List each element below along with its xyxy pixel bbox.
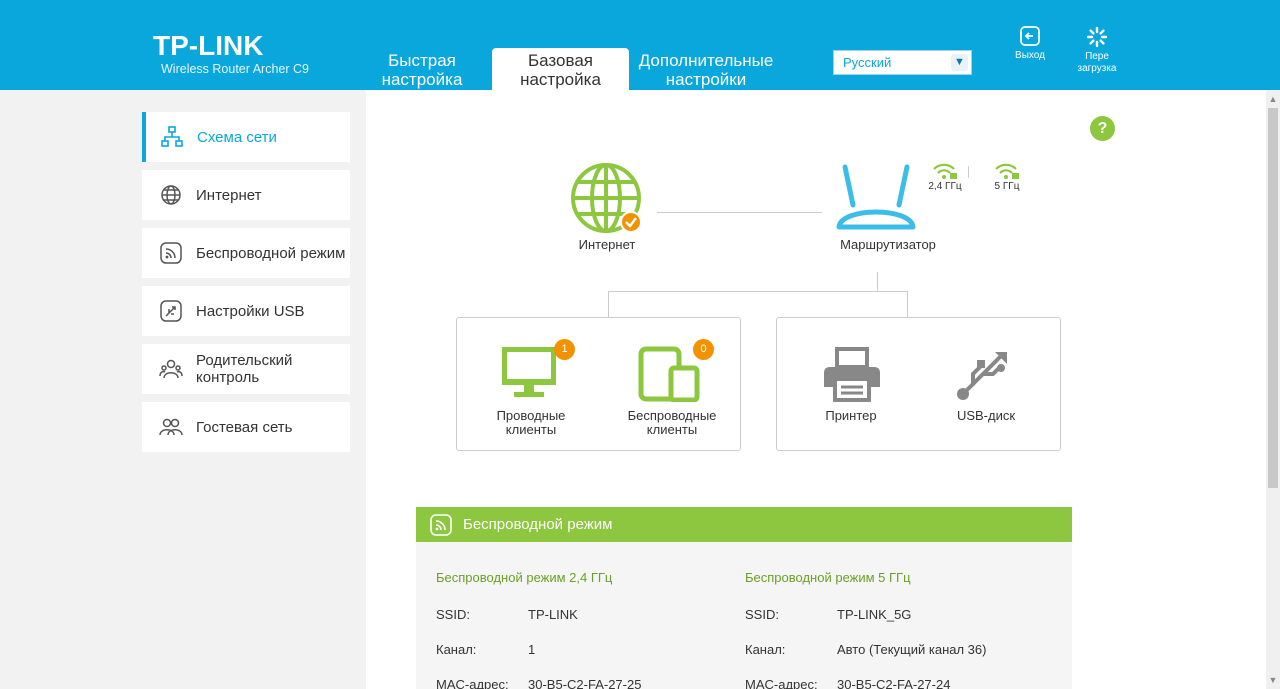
- tab-label: настройка: [381, 70, 463, 89]
- wireless-icon: [430, 514, 452, 536]
- language-select[interactable]: Русский ▼: [833, 50, 972, 75]
- internet-label: Интернет: [578, 237, 636, 252]
- ssid-24-value: TP-LINK: [528, 607, 578, 622]
- ssid-key: SSID:: [436, 607, 470, 622]
- mac-key: MAC-адрес:: [436, 677, 509, 689]
- wireless-client-devices-icon[interactable]: [638, 346, 700, 402]
- band24-title: Беспроводной режим 2,4 ГГц: [436, 570, 613, 585]
- channel-5-value: Авто (Текущий канал 36): [837, 642, 987, 657]
- band-24-label: 2,4 ГГц: [928, 181, 962, 192]
- connection-line: [608, 291, 609, 317]
- wireless-clients-label: Беспроводные клиенты: [627, 408, 717, 437]
- chevron-down-icon: ▼: [951, 54, 968, 71]
- guest-network-icon: [159, 418, 183, 436]
- logout-label: Выход: [1015, 50, 1045, 61]
- tab-label: Базовая: [528, 51, 593, 70]
- sidebar-item-label: Настройки USB: [196, 302, 305, 320]
- sidebar-item-internet[interactable]: Интернет: [142, 170, 350, 220]
- wireless-panel-title: Беспроводной режим: [463, 516, 613, 533]
- mac-24-value: 30-B5-C2-FA-27-25: [528, 677, 642, 689]
- ssid-5-value: TP-LINK_5G: [837, 607, 912, 622]
- router-icon[interactable]: [833, 163, 919, 233]
- wired-clients-count-badge: 1: [554, 339, 575, 360]
- usb-icon: [160, 300, 182, 322]
- wireless-clients-count-badge: 0: [693, 339, 714, 360]
- logout-icon: [1020, 26, 1040, 46]
- sidebar-item-label: Беспроводной режим: [196, 244, 346, 262]
- wifi-5-icon[interactable]: [993, 162, 1021, 180]
- tab-label: Дополнительные: [638, 51, 774, 70]
- wireless-icon: [160, 242, 182, 264]
- network-map-icon: [161, 126, 183, 147]
- scroll-thumb[interactable]: [1268, 108, 1278, 488]
- printer-label: Принтер: [825, 408, 877, 423]
- scroll-down-icon[interactable]: ▼: [1266, 673, 1280, 687]
- tab-label: Быстрая: [388, 51, 456, 70]
- connection-line: [608, 291, 908, 292]
- band-divider: [968, 166, 969, 178]
- channel-key: Канал:: [745, 642, 786, 657]
- tab-label: настройки: [665, 70, 747, 89]
- sidebar-item-label: Интернет: [196, 186, 262, 204]
- usb-disk-label: USB-диск: [956, 408, 1016, 423]
- reboot-label: Пере: [1085, 51, 1109, 62]
- reboot-label: загрузка: [1077, 63, 1117, 74]
- internet-globe-icon[interactable]: [570, 162, 644, 234]
- connection-line: [657, 212, 822, 213]
- sidebar-item-label: Гостевая сеть: [196, 418, 293, 436]
- vertical-scrollbar[interactable]: ▲ ▼: [1266, 90, 1280, 689]
- wireless-panel-header: Беспроводной режим: [416, 507, 1072, 542]
- usb-devices-box: [776, 317, 1061, 451]
- help-button[interactable]: ?: [1090, 116, 1115, 141]
- mac-key: MAC-адрес:: [745, 677, 818, 689]
- tab-label: настройка: [520, 70, 601, 89]
- logout-button[interactable]: Выход: [1010, 26, 1050, 62]
- band5-title: Беспроводной режим 5 ГГц: [745, 570, 911, 585]
- ssid-key: SSID:: [745, 607, 779, 622]
- sidebar-item-wireless[interactable]: Беспроводной режим: [142, 228, 350, 278]
- router-model: Wireless Router Archer C9: [161, 62, 309, 76]
- connection-line: [877, 272, 878, 291]
- wifi-24-icon[interactable]: [931, 162, 959, 180]
- reboot-icon: [1086, 26, 1108, 48]
- tab-advanced[interactable]: Дополнительные настройки: [633, 48, 779, 90]
- wired-clients-label: Проводные клиенты: [496, 408, 566, 437]
- sidebar-item-network-map[interactable]: Схема сети: [142, 112, 350, 162]
- sidebar-item-label: Родительский контроль: [196, 352, 293, 386]
- sidebar-item-usb[interactable]: Настройки USB: [142, 286, 350, 336]
- channel-24-value: 1: [528, 642, 536, 657]
- usb-disk-icon[interactable]: [955, 348, 1013, 402]
- sidebar-item-parental-control[interactable]: Родительский контроль: [142, 344, 350, 394]
- channel-key: Канал:: [436, 642, 477, 657]
- printer-icon[interactable]: [821, 347, 883, 402]
- connection-line: [907, 291, 908, 317]
- tp-link-logo: TP-LINK: [153, 30, 264, 61]
- mac-5-value: 30-B5-C2-FA-27-24: [837, 677, 951, 689]
- wireless-panel-body: [416, 542, 1072, 689]
- language-value: Русский: [843, 55, 892, 70]
- band-5-label: 5 ГГц: [994, 181, 1020, 192]
- top-header: TP-LINK Wireless Router Archer C9 Быстра…: [0, 0, 1280, 90]
- wired-client-monitor-icon[interactable]: [500, 345, 558, 399]
- globe-icon: [161, 185, 181, 205]
- parental-control-icon: [159, 359, 183, 379]
- scroll-up-icon[interactable]: ▲: [1266, 92, 1280, 106]
- tab-basic[interactable]: Базовая настройка: [492, 48, 629, 90]
- sidebar-item-label: Схема сети: [197, 128, 277, 146]
- reboot-button[interactable]: Пере загрузка: [1072, 26, 1122, 75]
- tab-quick-setup[interactable]: Быстрая настройка: [378, 48, 466, 90]
- router-label: Маршрутизатор: [840, 237, 936, 252]
- sidebar-item-guest-network[interactable]: Гостевая сеть: [142, 402, 350, 452]
